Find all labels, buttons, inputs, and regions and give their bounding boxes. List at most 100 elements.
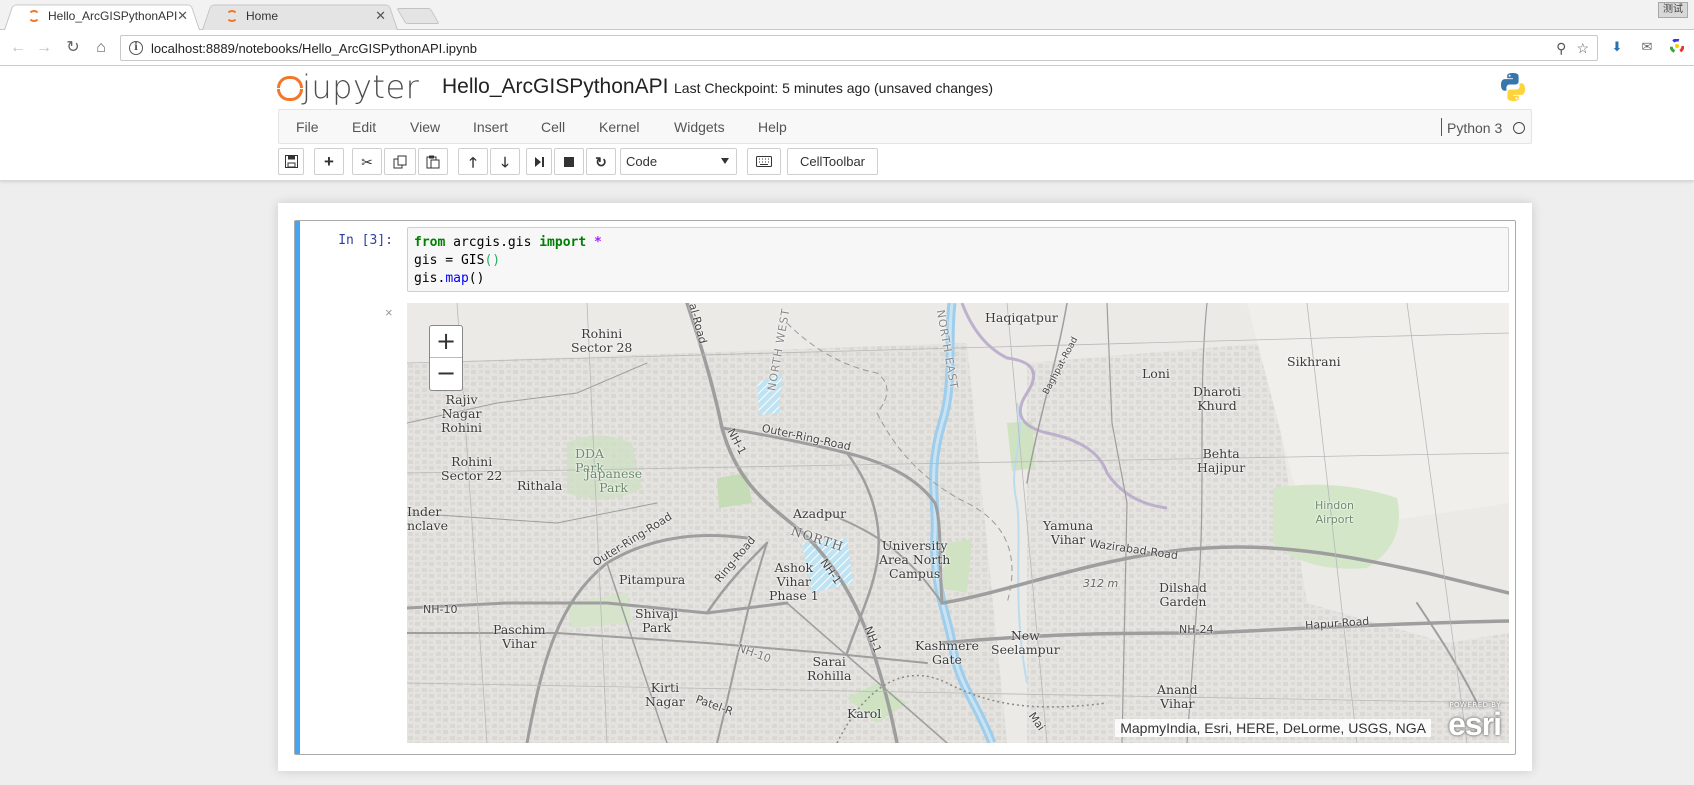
map-label: Karol	[847, 706, 882, 721]
move-up-button[interactable]: 🡑	[458, 148, 488, 175]
zoom-magnifier-icon[interactable]: ⚲	[1556, 40, 1566, 57]
url-text: localhost:8889/notebooks/Hello_ArcGISPyt…	[151, 40, 477, 56]
restart-kernel-button[interactable]: ↻	[586, 148, 616, 175]
map-label: Rajiv Nagar Rohini	[441, 392, 483, 435]
profile-button[interactable]: 测试	[1658, 2, 1688, 18]
map-label: Yamuna Vihar	[1043, 518, 1094, 547]
info-icon[interactable]: i	[129, 41, 143, 55]
copy-button[interactable]	[384, 148, 416, 175]
forward-arrow-icon[interactable]: →	[34, 38, 54, 58]
run-cell-button[interactable]	[526, 148, 552, 175]
map-label: New Seelampur	[991, 628, 1060, 657]
save-button[interactable]	[278, 148, 304, 175]
map-label: Dharoti Khurd	[1193, 384, 1242, 413]
menu-widgets[interactable]: Widgets	[674, 119, 725, 135]
map-widget[interactable]: Haqiqatpur Rohini Sector 28 Rajiv Nagar …	[407, 303, 1509, 743]
jupyter-logo[interactable]: jupyter	[276, 68, 419, 106]
interrupt-kernel-button[interactable]	[554, 148, 584, 175]
map-label: Behta Hajipur	[1197, 446, 1246, 475]
kernel-name[interactable]: Python 3	[1447, 120, 1502, 136]
paste-button[interactable]	[418, 148, 448, 175]
browser-toolbar: ← → ↻ ⌂ i localhost:8889/notebooks/Hello…	[0, 30, 1694, 66]
map-label: Pitampura	[619, 572, 686, 587]
download-extension-icon[interactable]: ⬇	[1608, 39, 1626, 55]
map-label: Rohini Sector 22	[441, 454, 503, 483]
map-label: Dilshad Garden	[1159, 580, 1207, 609]
tab-home[interactable]: Home ✕	[202, 2, 398, 30]
esri-logo-text: esri	[1448, 706, 1502, 742]
menu-cell[interactable]: Cell	[541, 119, 565, 135]
map-zoom-control: + −	[429, 325, 463, 391]
map-label: Kirti Nagar	[645, 680, 685, 709]
map-label: Rohini Sector 28	[571, 326, 633, 355]
tab-title: Hello_ArcGISPythonAPI	[48, 9, 178, 23]
move-down-button[interactable]: 🡓	[490, 148, 520, 175]
new-tab-button[interactable]	[396, 8, 440, 24]
map-label: Kashmere Gate	[915, 638, 979, 667]
code-editor[interactable]: from arcgis.gis import * gis = GIS() gis…	[407, 227, 1509, 292]
save-icon	[284, 155, 298, 168]
output-close-icon[interactable]: ×	[385, 305, 393, 320]
cell-type-select[interactable]: Code	[620, 148, 737, 175]
home-icon[interactable]: ⌂	[91, 38, 111, 58]
code-line: from arcgis.gis import *	[414, 235, 602, 250]
map-label: Inder nclave	[407, 504, 448, 533]
celltoolbar-button[interactable]: CellToolbar	[787, 148, 878, 175]
map-attribution: MapmyIndia, Esri, HERE, DeLorme, USGS, N…	[1115, 719, 1431, 737]
input-prompt: In [3]:	[338, 233, 393, 248]
map-label: Shivaji Park	[635, 606, 678, 635]
notebook-name[interactable]: Hello_ArcGISPythonAPI	[442, 75, 668, 99]
chevron-down-icon	[721, 158, 729, 164]
road-label: NH-10	[423, 603, 458, 616]
notebook-menubar: File Edit View Insert Cell Kernel Widget…	[278, 109, 1532, 144]
cut-button[interactable]: ✂	[352, 148, 382, 175]
arrow-up-icon: 🡑	[469, 153, 477, 170]
code-cell[interactable]: In [3]: from arcgis.gis import * gis = G…	[294, 220, 1516, 755]
step-forward-icon	[535, 156, 544, 167]
jupyter-favicon-icon	[226, 10, 238, 22]
keyboard-icon	[756, 156, 772, 167]
checkpoint-status: Last Checkpoint: 5 minutes ago (unsaved …	[674, 80, 994, 96]
map-label: Hindon Airport	[1315, 499, 1354, 526]
bookmark-star-icon[interactable]: ☆	[1576, 40, 1589, 57]
menu-file[interactable]: File	[296, 119, 319, 135]
tab-close-icon[interactable]: ✕	[177, 8, 188, 24]
command-palette-button[interactable]	[747, 148, 781, 175]
paste-icon	[426, 155, 440, 168]
insert-cell-button[interactable]: +	[314, 148, 344, 175]
tab-close-icon[interactable]: ✕	[375, 8, 386, 24]
esri-logo[interactable]: POWERED BY esri	[1448, 701, 1502, 742]
copy-icon	[393, 155, 407, 168]
refresh-icon: ↻	[595, 153, 607, 170]
map-label: Ashok Vihar Phase 1	[769, 560, 819, 603]
elevation-label: 312 m	[1083, 577, 1119, 590]
cell-type-value: Code	[626, 154, 658, 169]
zoom-in-button[interactable]: +	[430, 326, 462, 358]
stop-icon	[564, 156, 574, 167]
map-label: Rithala	[517, 478, 563, 493]
cell-selected-indicator	[295, 221, 300, 754]
menu-insert[interactable]: Insert	[473, 119, 508, 135]
map-label: Haqiqatpur	[985, 310, 1058, 325]
address-bar[interactable]: i localhost:8889/notebooks/Hello_ArcGISP…	[120, 35, 1598, 61]
map-label: University Area North Campus	[879, 538, 951, 581]
map-label: Sarai Rohilla	[807, 654, 852, 683]
menu-edit[interactable]: Edit	[352, 119, 376, 135]
mail-extension-icon[interactable]: ✉	[1638, 39, 1656, 55]
tab-notebook[interactable]: Hello_ArcGISPythonAPI ✕	[4, 2, 200, 30]
menu-view[interactable]: View	[410, 119, 440, 135]
map-label: Sikhrani	[1287, 354, 1341, 369]
menu-kernel[interactable]: Kernel	[599, 119, 639, 135]
plus-icon: +	[324, 152, 334, 171]
menu-help[interactable]: Help	[758, 119, 787, 135]
arrow-down-icon: 🡓	[501, 153, 509, 170]
map-label: Anand Vihar	[1157, 682, 1198, 711]
tab-title: Home	[246, 9, 279, 23]
reload-icon[interactable]: ↻	[63, 38, 83, 58]
zoom-out-button[interactable]: −	[430, 358, 462, 390]
back-arrow-icon[interactable]: ←	[8, 38, 28, 58]
scissors-icon: ✂	[361, 153, 373, 170]
color-wheel-extension-icon[interactable]	[1668, 38, 1686, 55]
code-line: gis.map()	[414, 271, 485, 286]
jupyter-logo-icon	[276, 74, 303, 101]
